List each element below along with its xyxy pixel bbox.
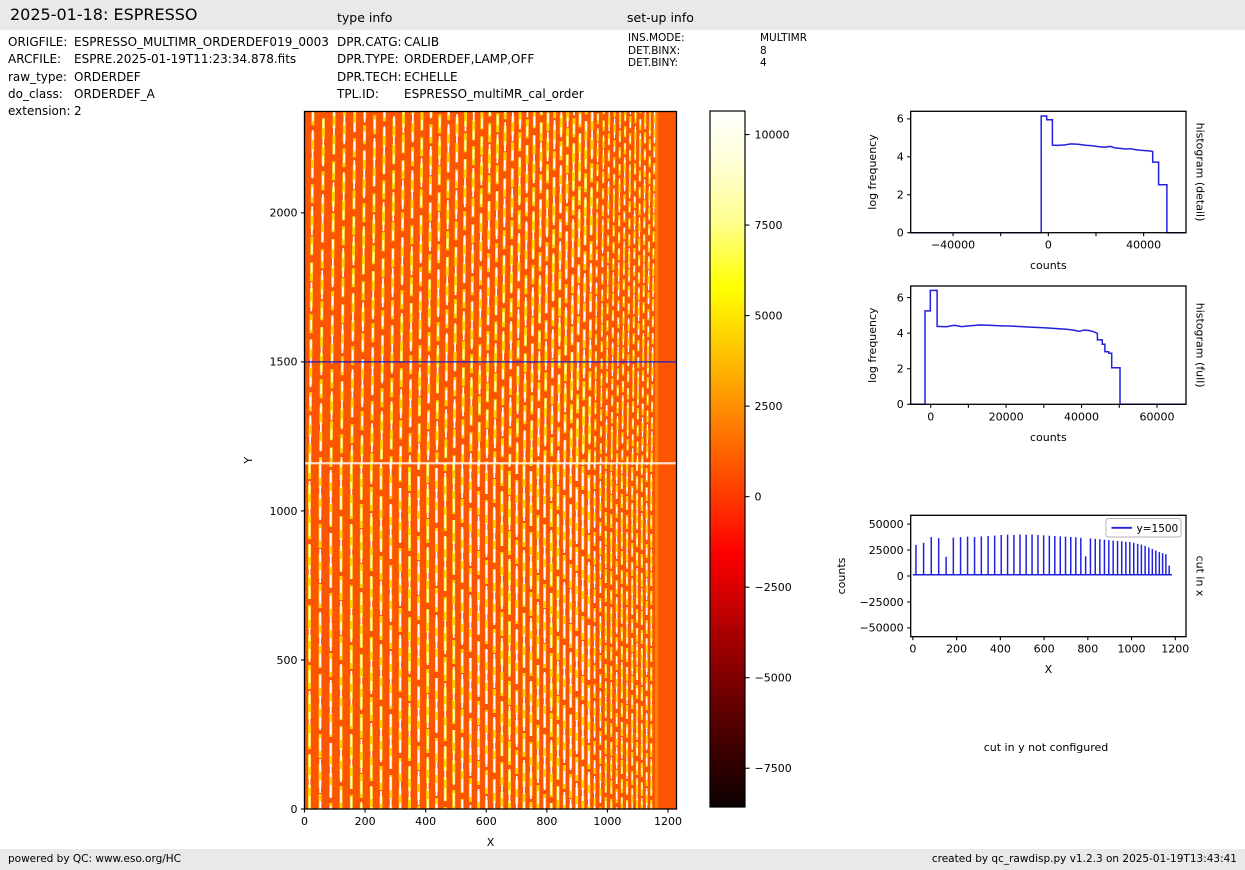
tick-label: 7500 bbox=[755, 219, 783, 232]
tick-label: −2500 bbox=[755, 581, 792, 594]
tick-label: 200 bbox=[355, 815, 376, 828]
tick-label: 400 bbox=[990, 643, 1011, 656]
legend: y=1500 bbox=[1105, 518, 1182, 538]
tick-label: −50000 bbox=[859, 622, 903, 635]
tick-label: 1500 bbox=[270, 356, 298, 369]
tick-label: 800 bbox=[536, 815, 557, 828]
tick-label: 400 bbox=[415, 815, 436, 828]
tick-label: 6 bbox=[897, 113, 904, 126]
raw-image-plot: 0 200 400 600 800 1000 1200 0 500 1000 1500 2000 X Y bbox=[242, 110, 682, 849]
qc-report-page: 2025-01-18: ESPRESSO type info set-up in… bbox=[0, 0, 1245, 870]
raw-image bbox=[304, 111, 677, 809]
tick-label: 20000 bbox=[989, 410, 1024, 423]
tick-label: 600 bbox=[476, 815, 497, 828]
y-axis-label: log frequency bbox=[866, 307, 879, 383]
tick-label: 2000 bbox=[270, 207, 298, 220]
tick-label: 2 bbox=[897, 189, 904, 202]
tick-label: 500 bbox=[277, 654, 298, 667]
tick-label: 4 bbox=[897, 327, 904, 340]
x-axis-label: X bbox=[487, 836, 495, 849]
footer-right: created by qc_rawdisp.py v1.2.3 on 2025-… bbox=[931, 853, 1237, 865]
tick-label: 200 bbox=[946, 643, 967, 656]
tick-label: 2 bbox=[897, 363, 904, 376]
plots-canvas: 0 200 400 600 800 1000 12000500100015002000XY1… bbox=[242, 110, 1207, 849]
y-axis-label: log frequency bbox=[866, 134, 879, 210]
tick-label: 1000 bbox=[593, 815, 621, 828]
tick-label: 40000 bbox=[1064, 410, 1099, 423]
tick-label: −40000 bbox=[931, 239, 975, 252]
histogram-full-plot: 0 20000 40000 60000 0 2 4 6 counts log frequency h… bbox=[866, 285, 1207, 444]
tick-label: 0 bbox=[291, 803, 298, 816]
right-axis-label: histogram (detail) bbox=[1194, 123, 1207, 222]
tick-label: 600 bbox=[1034, 643, 1055, 656]
tick-label: 0 bbox=[755, 491, 762, 504]
right-axis-label: cut in x bbox=[1194, 556, 1207, 597]
cut-in-y-note: cut in y not configured bbox=[984, 741, 1109, 754]
x-axis-label: X bbox=[1045, 663, 1053, 676]
x-axis-label: counts bbox=[1030, 431, 1067, 444]
tick-label: −7500 bbox=[755, 762, 792, 775]
tick-label: 50000 bbox=[869, 518, 904, 531]
tick-label: −5000 bbox=[755, 672, 792, 685]
cut-in-x-plot: 0 200 400 600 800 1000 1200 50000 25000 0 −25000 −5… bbox=[835, 514, 1207, 676]
tick-label: 10000 bbox=[755, 128, 790, 141]
tick-label: 6 bbox=[897, 291, 904, 304]
y-axis-label: Y bbox=[242, 457, 255, 465]
axis-frame bbox=[910, 285, 1187, 405]
tick-label: 0 bbox=[897, 570, 904, 583]
tick-label: 1000 bbox=[1118, 643, 1146, 656]
histogram-detail-plot: −40000 0 40000 0 2 4 6 counts log frequency histo… bbox=[866, 110, 1207, 272]
tick-label: 1000 bbox=[270, 505, 298, 518]
tick-label: 0 bbox=[897, 398, 904, 411]
tick-label: 40000 bbox=[1126, 239, 1161, 252]
histogram-line bbox=[910, 289, 1186, 406]
tick-label: 0 bbox=[897, 227, 904, 240]
right-axis-label: histogram (full) bbox=[1194, 303, 1207, 388]
tick-label: 5000 bbox=[755, 309, 783, 322]
legend-label: y=1500 bbox=[1137, 523, 1179, 535]
tick-label: 1200 bbox=[1161, 643, 1189, 656]
footer-left: powered by QC: www.eso.org/HC bbox=[8, 853, 182, 865]
histogram-line bbox=[910, 115, 1186, 234]
tick-label: 0 bbox=[909, 643, 916, 656]
tick-label: 0 bbox=[301, 815, 308, 828]
tick-label: 4 bbox=[897, 151, 904, 164]
colorbar-swatch bbox=[709, 110, 746, 808]
x-axis-label: counts bbox=[1030, 259, 1067, 272]
tick-label: −25000 bbox=[859, 596, 903, 609]
y-axis-label: counts bbox=[835, 557, 848, 594]
tick-label: 800 bbox=[1077, 643, 1098, 656]
tick-label: 2500 bbox=[755, 400, 783, 413]
colorbar: 10000 7500 5000 2500 0 −2500 −5000 −7500 bbox=[709, 110, 792, 808]
tick-label: 0 bbox=[927, 410, 934, 423]
tick-label: 60000 bbox=[1139, 410, 1174, 423]
tick-label: 25000 bbox=[869, 544, 904, 557]
axis-frame bbox=[910, 110, 1187, 234]
tick-label: 0 bbox=[1045, 239, 1052, 252]
tick-label: 1200 bbox=[654, 815, 682, 828]
